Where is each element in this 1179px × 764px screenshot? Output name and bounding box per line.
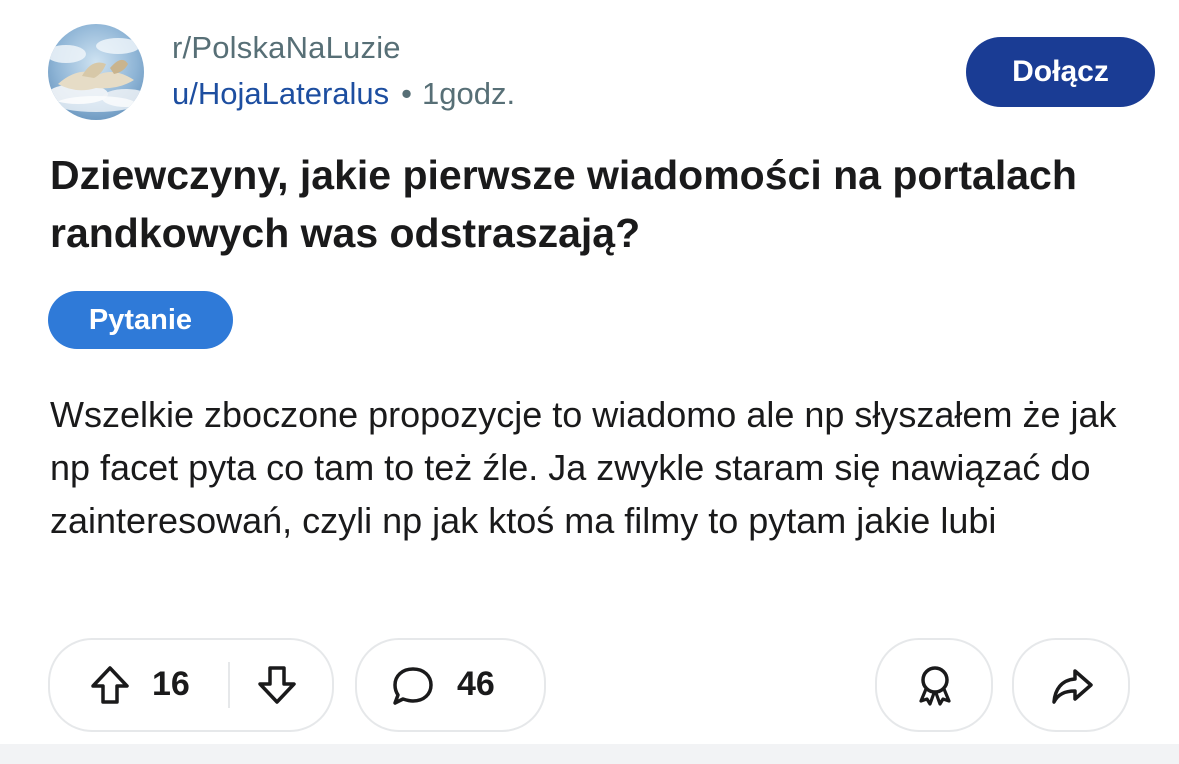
post-title: Dziewczyny, jakie pierwsze wiadomości na…	[50, 152, 1077, 256]
post-time: 1godz.	[422, 76, 516, 111]
upvote-arrow-icon	[91, 666, 129, 704]
join-button[interactable]: Dołącz	[966, 37, 1155, 107]
award-ribbon-icon	[919, 666, 951, 706]
upvote-count: 16	[152, 665, 190, 703]
share-icon-wrap	[1048, 662, 1096, 710]
subreddit-avatar[interactable]	[48, 24, 144, 120]
subreddit-name[interactable]: r/PolskaNaLuzie	[172, 30, 401, 66]
comment-icon-wrap	[389, 664, 437, 708]
comments-button[interactable]: 46	[355, 638, 546, 732]
vote-divider	[228, 662, 230, 708]
downvote-arrow-icon	[258, 666, 296, 704]
award-button[interactable]	[875, 638, 993, 732]
vote-control: 16	[48, 638, 334, 732]
share-button[interactable]	[1012, 638, 1130, 732]
author-username[interactable]: u/HojaLateralus	[172, 76, 389, 111]
feed-separator	[0, 744, 1179, 764]
downvote-button[interactable]	[253, 661, 301, 709]
comment-bubble-icon	[393, 667, 433, 705]
comment-count: 46	[457, 665, 495, 703]
award-icon-wrap	[911, 662, 959, 710]
post-meta: u/HojaLateralus • 1godz.	[172, 76, 515, 112]
subreddit-avatar-image	[48, 24, 144, 120]
post-card: r/PolskaNaLuzie u/HojaLateralus • 1godz. D…	[0, 0, 1179, 744]
post-body: Wszelkie zboczone propozycje to wiadomo …	[50, 394, 1117, 541]
upvote-button[interactable]	[86, 661, 134, 709]
meta-separator: •	[401, 76, 412, 111]
share-arrow-icon	[1052, 669, 1093, 704]
post-flair[interactable]: Pytanie	[48, 291, 233, 349]
